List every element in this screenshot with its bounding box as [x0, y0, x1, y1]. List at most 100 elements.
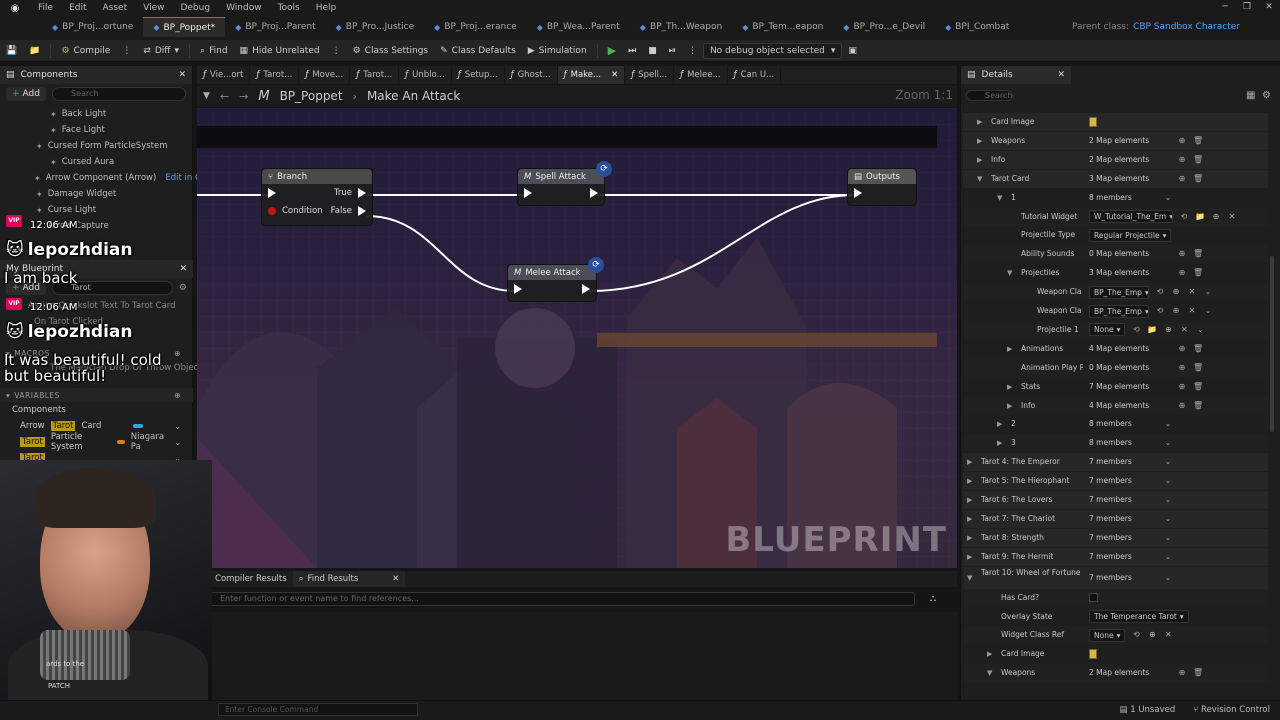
add-element-icon[interactable]: ⊕ — [1177, 264, 1187, 282]
class-settings-button[interactable]: ⚙ Class Settings — [347, 40, 435, 62]
details-row[interactable]: Weapon Cla BP_The_Emp ▾ ⟲ ⊕ ✕ ⌄ — [963, 302, 1268, 320]
debug-object-select[interactable]: No debug object selected ▾ — [702, 42, 843, 59]
chevron-down-icon[interactable]: ▼ — [987, 664, 992, 682]
back-arrow-icon[interactable]: ← — [220, 90, 229, 103]
details-scrollbar[interactable] — [1270, 256, 1274, 432]
false-exec-pin[interactable] — [358, 206, 366, 216]
asset-picker[interactable]: BP_The_Emp ▾ — [1089, 304, 1149, 318]
menu-asset[interactable]: Asset — [95, 0, 136, 17]
browse-icon[interactable]: 📁 — [23, 40, 46, 62]
add-element-icon[interactable]: ⊕ — [1177, 340, 1187, 358]
details-row[interactable]: ▶ Card Image — [963, 645, 1268, 663]
chevron-right-icon[interactable]: ▶ — [1007, 340, 1012, 358]
details-row[interactable]: ▶ 3 8 members ⌄ — [963, 434, 1268, 453]
details-row[interactable]: Projectile Type Regular Projectile ▾ — [963, 226, 1268, 244]
details-row[interactable]: ▶ 2 8 members ⌄ — [963, 415, 1268, 433]
unreal-logo-icon[interactable]: ◉ — [0, 0, 30, 17]
asset-tab[interactable]: ◆ BP_Proj...Parent — [225, 17, 325, 37]
component-item[interactable]: ✦ Arrow Capture — [0, 218, 192, 234]
simulation-button[interactable]: ▶ Simulation — [522, 40, 593, 62]
true-exec-pin[interactable] — [358, 188, 366, 198]
add-icon[interactable]: ⊕ — [1211, 208, 1221, 226]
chevron-right-icon[interactable]: ▶ — [977, 151, 982, 169]
exec-in-pin[interactable] — [514, 284, 522, 294]
details-row[interactable]: Has Card? — [963, 588, 1268, 607]
asset-picker[interactable]: BP_The_Emp ▾ — [1089, 285, 1149, 299]
variable-item[interactable]: Tarot Particle System Niagara Pa ⌄ — [0, 432, 193, 452]
asset-tab[interactable]: ◆ BPI_Combat — [935, 17, 1019, 37]
details-row[interactable]: ▼ Tarot 10: Wheel of Fortune 7 members ⌄ — [963, 566, 1268, 589]
delete-icon[interactable]: 🗑 — [1193, 359, 1203, 377]
use-selected-icon[interactable]: ⟲ — [1155, 302, 1165, 320]
delete-icon[interactable]: 🗑 — [1193, 397, 1203, 415]
exec-out-pin[interactable] — [582, 284, 590, 294]
stop-icon[interactable]: ■ — [642, 40, 663, 62]
graph-tab[interactable]: ƒ Vie...ort — [197, 66, 251, 84]
graph-canvas[interactable]: ⑂ Branch True Condition False M Spell At… — [197, 108, 957, 568]
chevron-right-icon[interactable]: ▶ — [1007, 397, 1012, 415]
save-icon[interactable]: 💾 — [0, 40, 23, 62]
chevron-down-icon[interactable]: ⌄ — [1163, 491, 1173, 509]
asset-tab[interactable]: ◆ BP_Proj...ortune — [42, 17, 143, 37]
add-icon[interactable]: ⊕ — [1171, 302, 1181, 320]
chevron-down-icon[interactable]: ▼ — [997, 189, 1002, 207]
details-row[interactable]: ▶ Tarot 7: The Chariot 7 members ⌄ — [963, 509, 1268, 528]
breadcrumb-function[interactable]: Make An Attack — [367, 89, 460, 103]
add-icon[interactable]: ⊕ — [1163, 321, 1173, 339]
menu-help[interactable]: Help — [308, 0, 345, 17]
play-options-icon[interactable]: ⋮ — [682, 40, 703, 62]
delete-icon[interactable]: 🗑 — [1193, 264, 1203, 282]
forward-arrow-icon[interactable]: → — [239, 90, 248, 103]
branch-node[interactable]: ⑂ Branch True Condition False — [261, 168, 373, 226]
menu-view[interactable]: View — [135, 0, 172, 17]
clear-icon[interactable]: ✕ — [1163, 626, 1173, 644]
details-row[interactable]: Weapon Cla BP_The_Emp ▾ ⟲ ⊕ ✕ ⌄ — [963, 283, 1268, 302]
delete-icon[interactable]: 🗑 — [1193, 132, 1203, 150]
clear-icon[interactable]: ✕ — [1187, 302, 1197, 320]
browse-icon[interactable]: 📁 — [1195, 208, 1205, 226]
graph-tab[interactable]: ƒ Spell... — [625, 66, 675, 84]
add-element-icon[interactable]: ⊕ — [1177, 664, 1187, 682]
details-row[interactable]: ▶ Tarot 5: The Hierophant 7 members ⌄ — [963, 472, 1268, 491]
components-category[interactable]: Components — [0, 402, 193, 418]
details-tab[interactable]: ▤ Details ✕ — [961, 66, 1071, 84]
asset-picker[interactable]: None ▾ — [1089, 323, 1126, 337]
menu-window[interactable]: Window — [218, 0, 270, 17]
maximize-icon[interactable]: ❐ — [1236, 2, 1258, 12]
chevron-down-icon[interactable]: ⌄ — [1163, 189, 1173, 207]
clear-icon[interactable]: ✕ — [1179, 321, 1189, 339]
chevron-right-icon[interactable]: ▶ — [997, 415, 1002, 433]
chevron-down-icon[interactable]: ⌄ — [1163, 415, 1173, 433]
chevron-down-icon[interactable]: ▼ — [967, 567, 972, 589]
menu-file[interactable]: File — [30, 0, 61, 17]
unsaved-button[interactable]: ▤ 1 Unsaved — [1119, 705, 1175, 715]
delete-icon[interactable]: 🗑 — [1193, 340, 1203, 358]
details-row[interactable]: ▶ Tarot 4: The Emperor 7 members ⌄ — [963, 453, 1268, 472]
close-icon[interactable]: ✕ — [392, 574, 399, 584]
details-row[interactable]: ▼ Weapons 2 Map elements ⊕ 🗑 — [963, 664, 1268, 683]
component-item[interactable]: ✦ Curse Light — [0, 202, 192, 218]
chevron-down-icon[interactable]: ⌄ — [1163, 434, 1173, 452]
add-element-icon[interactable]: ⊕ — [1177, 245, 1187, 263]
component-item[interactable]: ✦ Face Light — [0, 122, 192, 138]
exec-in-pin[interactable] — [854, 188, 862, 198]
browse-icon[interactable]: 📁 — [1147, 321, 1157, 339]
add-element-icon[interactable]: ⊕ — [1177, 397, 1187, 415]
details-row[interactable]: Animation Play R 0 Map elements ⊕ 🗑 — [963, 358, 1268, 377]
details-row[interactable]: ▶ Weapons 2 Map elements ⊕ 🗑 — [963, 131, 1268, 150]
chevron-down-icon[interactable]: ⌄ — [1163, 569, 1173, 587]
details-row[interactable]: ▶ Info 2 Map elements ⊕ 🗑 — [963, 150, 1268, 169]
graph-tab[interactable]: ƒ Unblo... — [399, 66, 452, 84]
menu-debug[interactable]: Debug — [172, 0, 218, 17]
chevron-down-icon[interactable]: ⌄ — [1163, 548, 1173, 566]
graph-tab[interactable]: ƒ Move... — [299, 66, 351, 84]
find-input[interactable]: Enter function or event name to find ref… — [203, 592, 915, 606]
use-selected-icon[interactable]: ⟲ — [1131, 321, 1141, 339]
chevron-down-icon[interactable]: ⌄ — [1163, 472, 1173, 490]
outputs-node[interactable]: ▤ Outputs — [847, 168, 917, 206]
graph-tab[interactable]: ƒ Can U... — [728, 66, 782, 84]
find-go-icon[interactable]: ⛬ — [926, 592, 940, 606]
class-defaults-button[interactable]: ✎ Class Defaults — [434, 40, 522, 62]
graph-tab[interactable]: ƒ Make... ✕ — [557, 66, 626, 84]
use-selected-icon[interactable]: ⟲ — [1155, 283, 1165, 301]
